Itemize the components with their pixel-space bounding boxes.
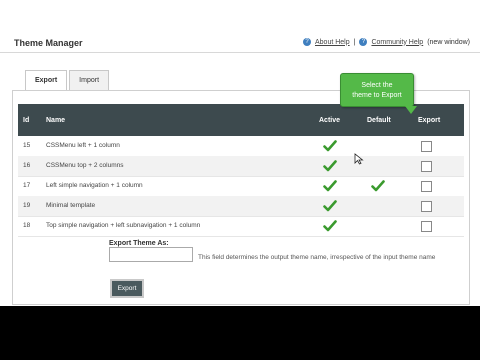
export-checkbox[interactable] (421, 161, 432, 172)
table-row: 16 CSSMenu top + 2 columns (18, 156, 464, 177)
row-name: CSSMenu left + 1 column (46, 142, 120, 149)
row-name: Left simple navigation + 1 column (46, 182, 143, 189)
table-row: 15 CSSMenu left + 1 column (18, 136, 464, 157)
header-name: Name (46, 117, 66, 124)
title-strip: Theme Manager ? About Help | ? Community… (0, 0, 480, 53)
export-checkbox[interactable] (421, 221, 432, 232)
about-help-link[interactable]: About Help (315, 39, 350, 46)
callout-line-2: theme to Export (352, 92, 402, 99)
table-row: 19 Minimal template (18, 196, 464, 217)
export-theme-label: Export Theme As: (109, 240, 169, 247)
table-header: Id Name Active Default Export (18, 104, 464, 136)
row-id: 16 (23, 162, 31, 169)
row-id: 19 (23, 202, 31, 209)
check-icon (323, 200, 337, 212)
export-theme-hint: This field determines the output theme n… (198, 254, 436, 261)
check-icon (323, 160, 337, 172)
check-icon (323, 180, 337, 192)
table-row: 17 Left simple navigation + 1 column (18, 176, 464, 197)
tab-bar: Export Import (25, 70, 110, 91)
header-id: Id (23, 117, 30, 124)
tab-export[interactable]: Export (25, 70, 68, 91)
tooltip-callout: Select the theme to Export (340, 73, 414, 107)
row-name: Minimal template (46, 202, 96, 209)
export-theme-input[interactable] (109, 247, 193, 262)
export-panel: Id Name Active Default Export 15 CSSMenu … (12, 90, 470, 305)
page-title: Theme Manager (14, 38, 83, 48)
row-id: 18 (23, 222, 31, 229)
row-name: CSSMenu top + 2 columns (46, 162, 124, 169)
export-button[interactable]: Export (110, 279, 144, 298)
new-window-note: (new window) (427, 38, 470, 46)
check-icon (371, 180, 385, 192)
row-id: 15 (23, 142, 31, 149)
header-active: Active (319, 117, 341, 124)
check-icon (323, 140, 337, 152)
help-icon: ? (302, 38, 311, 46)
callout-arrow (405, 106, 417, 114)
row-id: 17 (23, 182, 31, 189)
table-row: 18 Top simple navigation + left subnaviga… (18, 216, 464, 237)
help-icon: ? (359, 38, 368, 46)
mouse-cursor-icon (354, 153, 364, 165)
callout-line-1: Select the (361, 82, 393, 89)
export-checkbox[interactable] (421, 181, 432, 192)
community-help-link[interactable]: Community Help (371, 39, 423, 46)
check-icon (323, 220, 337, 232)
header-default: Default (367, 117, 391, 124)
help-links: ? About Help | ? Community Help (new win… (302, 38, 470, 46)
tab-import[interactable]: Import (69, 70, 110, 91)
row-name: Top simple navigation + left subnavigati… (46, 222, 201, 229)
header-export: Export (418, 117, 441, 124)
screen: Theme Manager ? About Help | ? Community… (0, 0, 480, 306)
export-checkbox[interactable] (421, 201, 432, 212)
export-checkbox[interactable] (421, 141, 432, 152)
link-separator: | (353, 38, 356, 46)
